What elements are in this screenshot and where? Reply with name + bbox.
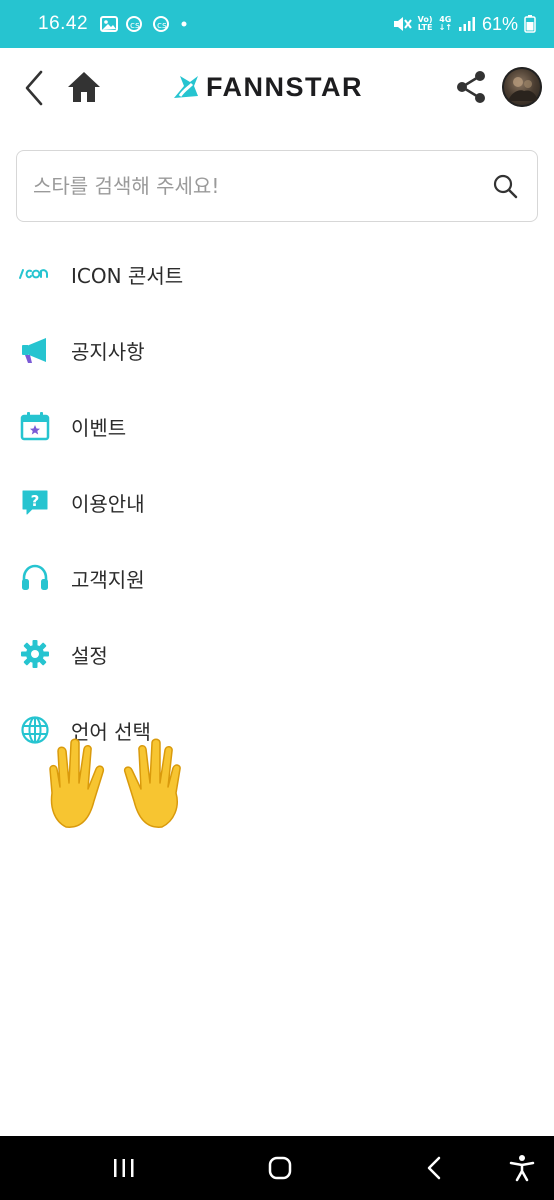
mute-icon: [393, 17, 412, 31]
cs-app-icon: cs: [126, 16, 143, 32]
chevron-left-icon: [25, 70, 43, 106]
question-bubble-icon: ?: [18, 485, 52, 519]
brand-logo[interactable]: FANNSTAR: [170, 70, 363, 104]
menu-item-icon-concert[interactable]: ICON 콘서트: [0, 236, 554, 312]
home-button[interactable]: [66, 70, 102, 104]
avatar[interactable]: [502, 67, 542, 107]
menu-item-label: 고객지원: [71, 567, 145, 592]
share-icon: [457, 71, 485, 103]
menu-item-guide[interactable]: ? 이용안내: [0, 464, 554, 540]
menu-item-label: 공지사항: [71, 339, 145, 364]
system-nav-bar: [0, 1136, 554, 1200]
dot-icon: [181, 21, 187, 27]
calendar-star-icon: [18, 409, 52, 443]
raised-hands-emoji: [49, 738, 181, 828]
recent-apps-button[interactable]: [104, 1150, 144, 1186]
cs-app-icon-2: cs: [153, 16, 170, 32]
svg-text:cs: cs: [130, 21, 140, 31]
accessibility-button[interactable]: [502, 1150, 542, 1186]
home-icon: [68, 72, 100, 102]
brand-name: FANNSTAR: [206, 71, 363, 102]
status-bar: 16.42 cs cs Vo) LTE 4G ↓↑ 61%: [0, 0, 554, 48]
menu-item-support[interactable]: 고객지원: [0, 540, 554, 616]
back-nav-button[interactable]: [414, 1150, 454, 1186]
search-input[interactable]: [33, 174, 491, 198]
data-arrows-icon: ↓↑: [438, 23, 452, 32]
icon-logo-icon: [18, 257, 52, 291]
side-menu: ICON 콘서트 공지사항 이벤트 ? 이용안내 고객지원 설정 언어 선택: [0, 236, 554, 768]
back-nav-icon: [427, 1156, 441, 1180]
battery-icon: [524, 15, 536, 33]
menu-item-notice[interactable]: 공지사항: [0, 312, 554, 388]
search-icon[interactable]: [491, 172, 519, 200]
megaphone-icon: [18, 333, 52, 367]
menu-item-label: 이벤트: [71, 415, 127, 440]
lte-label: LTE: [417, 23, 433, 32]
gear-icon: [18, 637, 52, 671]
back-button[interactable]: [22, 68, 46, 108]
home-circle-icon: [268, 1156, 292, 1180]
fannstar-logo-icon: [174, 76, 198, 98]
menu-item-label: 설정: [71, 643, 108, 668]
share-button[interactable]: [455, 70, 487, 104]
search-bar[interactable]: [16, 150, 538, 222]
menu-item-settings[interactable]: 설정: [0, 616, 554, 692]
battery-percent: 61%: [481, 13, 518, 34]
menu-item-label: ICON 콘서트: [71, 263, 184, 288]
headphones-icon: [18, 561, 52, 595]
recent-apps-icon: [114, 1159, 134, 1177]
menu-item-label: 이용안내: [71, 491, 145, 516]
svg-text:?: ?: [31, 492, 40, 510]
app-header: FANNSTAR: [0, 48, 554, 128]
svg-text:cs: cs: [157, 21, 167, 31]
gallery-icon: [100, 16, 119, 32]
signal-icon: [458, 17, 475, 31]
status-time: 16.42: [38, 13, 89, 34]
menu-item-event[interactable]: 이벤트: [0, 388, 554, 464]
accessibility-icon: [509, 1155, 535, 1182]
home-nav-button[interactable]: [260, 1150, 300, 1186]
avatar-photo: [502, 67, 542, 107]
